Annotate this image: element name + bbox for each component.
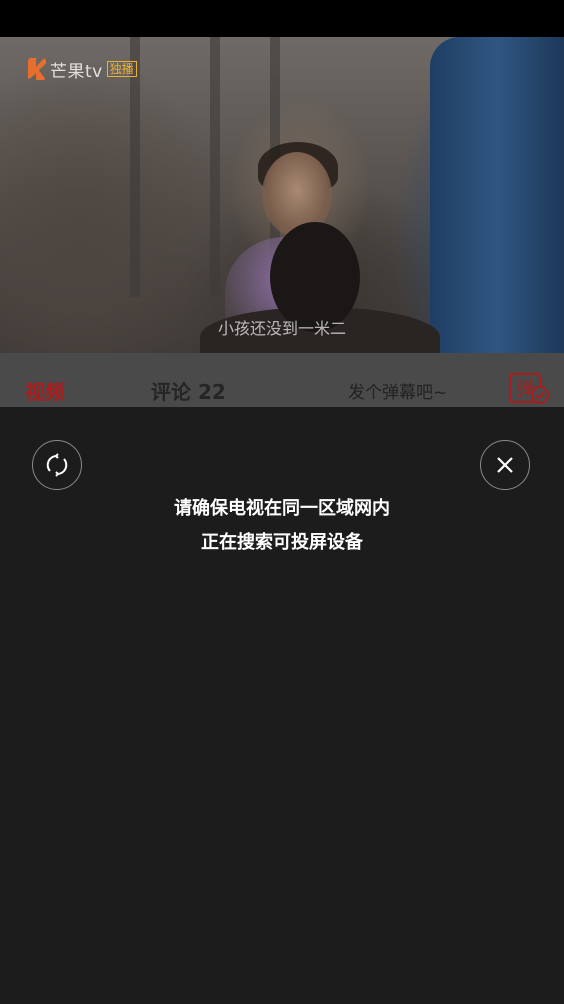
logo-text: 芒果tv bbox=[50, 61, 103, 82]
video-frame-detail bbox=[210, 37, 220, 297]
danmu-input[interactable]: 发个弹幕吧~ bbox=[348, 378, 447, 403]
refresh-icon bbox=[46, 453, 68, 477]
tab-bar: 视频 评论 22 发个弹幕吧~ 弹 bbox=[0, 353, 564, 407]
cast-message-searching: 正在搜索可投屏设备 bbox=[201, 532, 363, 553]
video-frame-detail bbox=[430, 37, 564, 353]
danmu-icon: 弹 bbox=[509, 373, 549, 404]
close-icon bbox=[497, 457, 513, 473]
status-bar bbox=[0, 0, 564, 37]
danmu-toggle-button[interactable]: 弹 bbox=[509, 373, 549, 405]
logo-badge: 独播 bbox=[106, 61, 137, 77]
video-player[interactable]: 芒果tv 独播 小孩还没到一米二 bbox=[0, 37, 564, 353]
channel-logo: 芒果tv 独播 bbox=[28, 57, 137, 82]
cast-panel: 请确保电视在同一区域网内 正在搜索可投屏设备 bbox=[0, 407, 564, 1004]
cast-message-network: 请确保电视在同一区域网内 bbox=[174, 498, 390, 519]
tab-video[interactable]: 视频 bbox=[25, 376, 65, 405]
video-subtitle: 小孩还没到一米二 bbox=[217, 319, 346, 338]
refresh-button[interactable] bbox=[32, 440, 82, 490]
mango-logo-icon bbox=[28, 58, 46, 80]
tab-comments[interactable]: 评论 22 bbox=[151, 376, 226, 405]
close-button[interactable] bbox=[480, 440, 530, 490]
